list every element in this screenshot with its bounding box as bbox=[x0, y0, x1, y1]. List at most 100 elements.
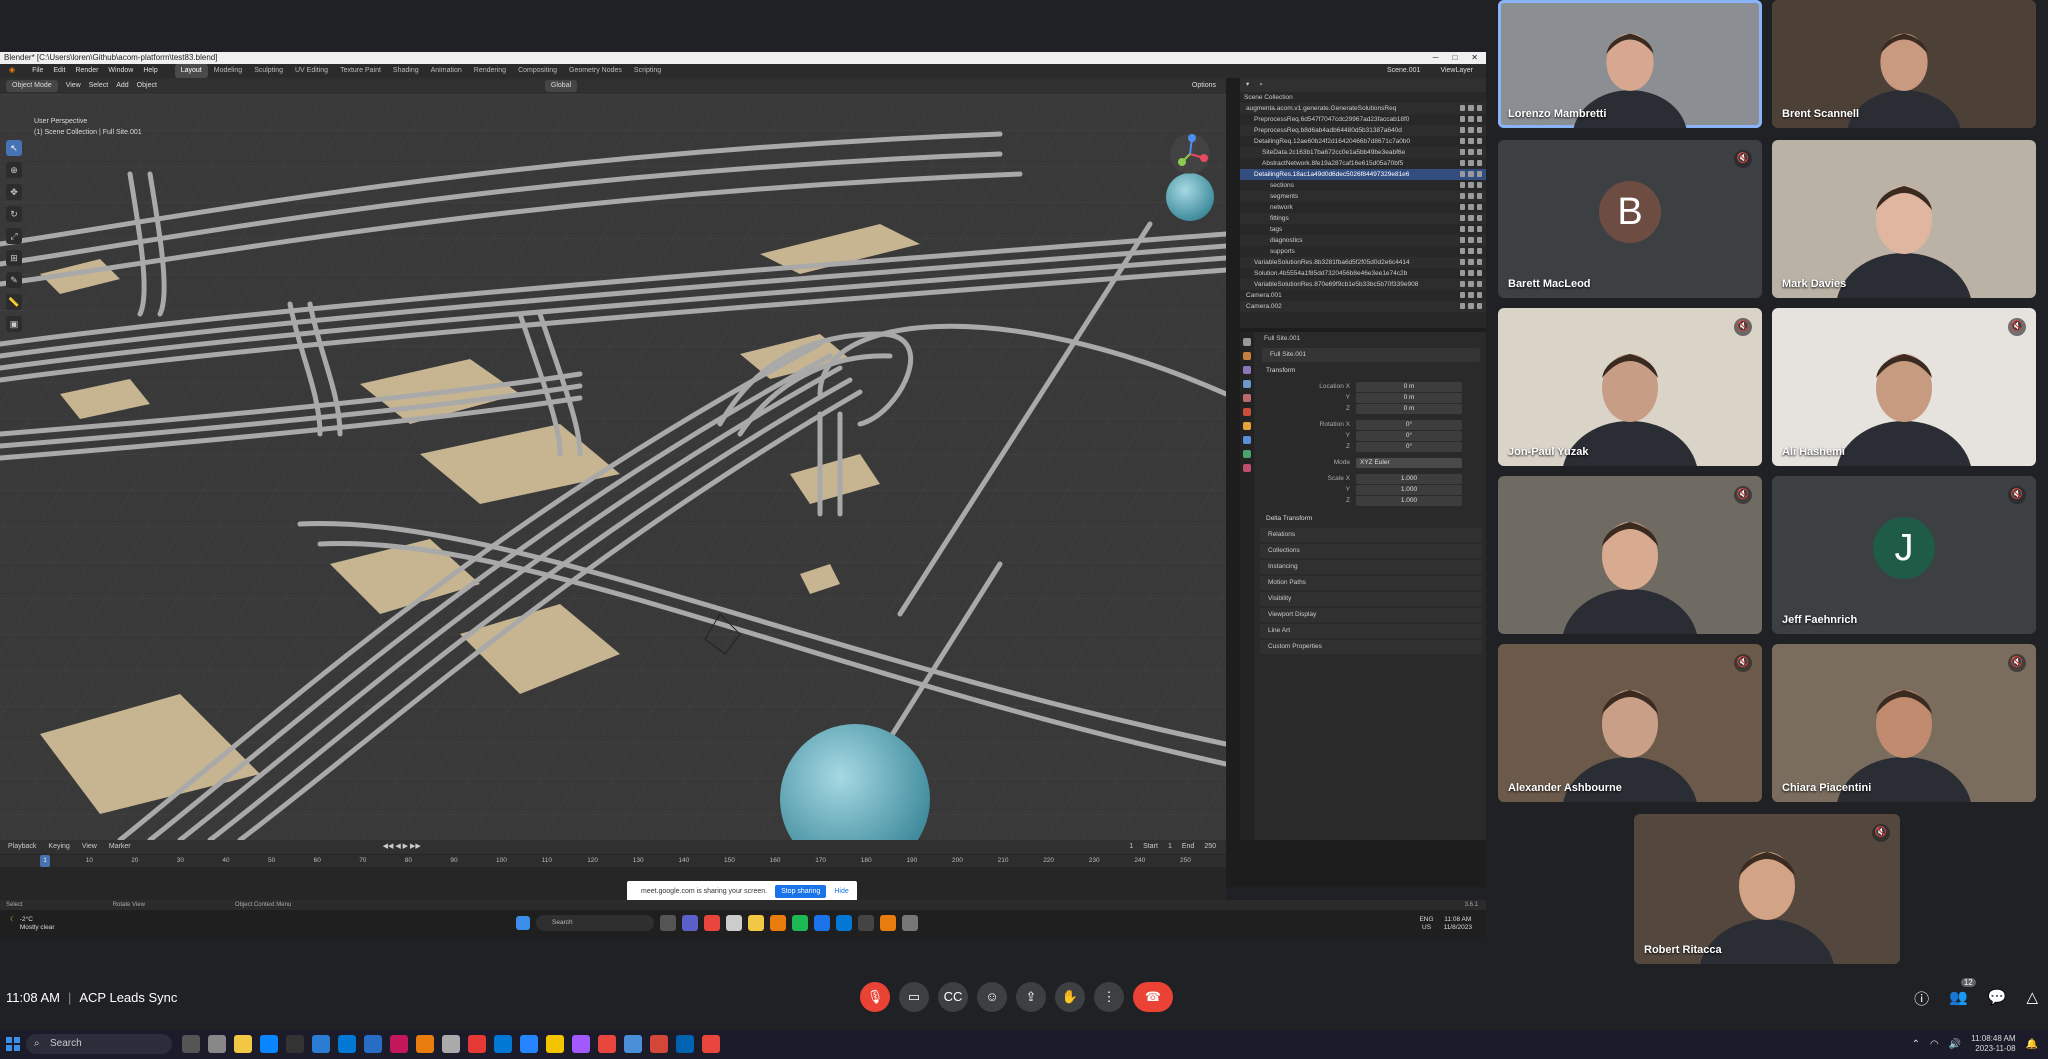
eye-icon[interactable] bbox=[1468, 237, 1474, 243]
panel-visibility[interactable]: Visibility bbox=[1260, 592, 1482, 606]
app-red-icon[interactable] bbox=[468, 1035, 486, 1053]
outliner-item[interactable]: augmenta.acom.v1.generate.GenerateSoluti… bbox=[1240, 103, 1486, 114]
visibility-toggles[interactable] bbox=[1460, 226, 1482, 233]
volume-icon[interactable]: 🔊 bbox=[1949, 1039, 1961, 1050]
timeline-view-menu[interactable]: View bbox=[82, 840, 97, 854]
checkbox-icon[interactable] bbox=[1460, 105, 1466, 111]
marker-menu[interactable]: Marker bbox=[109, 840, 131, 854]
participant-tile[interactable]: Mark Davies bbox=[1772, 140, 2036, 298]
checkbox-icon[interactable] bbox=[1460, 149, 1466, 155]
menu-file[interactable]: File bbox=[27, 64, 48, 78]
visibility-toggles[interactable] bbox=[1460, 127, 1482, 134]
scene-tab-icon[interactable] bbox=[1243, 394, 1251, 402]
outliner-item[interactable]: DetailingReq.12ae60b24f2d16420466b7d8671… bbox=[1240, 136, 1486, 147]
visibility-toggles[interactable] bbox=[1460, 292, 1482, 299]
visibility-toggles[interactable] bbox=[1460, 149, 1482, 156]
participant-tile[interactable]: 🔇 Alexander Ashbourne bbox=[1498, 644, 1762, 802]
checkbox-icon[interactable] bbox=[1460, 259, 1466, 265]
outliner-item[interactable]: Camera.001 bbox=[1240, 290, 1486, 301]
checkbox-icon[interactable] bbox=[1460, 193, 1466, 199]
select-menu[interactable]: Select bbox=[89, 78, 108, 94]
render-tab-icon[interactable] bbox=[1243, 352, 1251, 360]
outliner-item[interactable]: SiteData.2c163b17ba672cc0e1a5bb49be3eabf… bbox=[1240, 147, 1486, 158]
start-field[interactable]: 1 bbox=[1168, 840, 1172, 854]
transform-tool-icon[interactable]: ⊞ bbox=[6, 250, 22, 266]
checkbox-icon[interactable] bbox=[1460, 215, 1466, 221]
outliner-item[interactable]: network bbox=[1240, 202, 1486, 213]
outliner-item[interactable]: segments bbox=[1240, 191, 1486, 202]
app-icon-2[interactable] bbox=[676, 1035, 694, 1053]
r-icon[interactable] bbox=[364, 1035, 382, 1053]
workspace-tab-scripting[interactable]: Scripting bbox=[628, 64, 667, 78]
visibility-toggles[interactable] bbox=[1460, 105, 1482, 112]
checkbox-icon[interactable] bbox=[1460, 160, 1466, 166]
blender-logo-icon[interactable]: ◉ bbox=[4, 64, 20, 78]
raise-hand-icon[interactable]: ✋ bbox=[1055, 982, 1085, 1012]
checkbox-icon[interactable] bbox=[1460, 138, 1466, 144]
workspace-tab-compositing[interactable]: Compositing bbox=[512, 64, 563, 78]
panel-relations[interactable]: Relations bbox=[1260, 528, 1482, 542]
eye-icon[interactable] bbox=[1468, 204, 1474, 210]
browser-icon[interactable] bbox=[338, 1035, 356, 1053]
navigation-gizmo-icon[interactable] bbox=[1168, 132, 1212, 176]
visibility-toggles[interactable] bbox=[1460, 237, 1482, 244]
mail-icon[interactable] bbox=[442, 1035, 460, 1053]
clock[interactable]: 11:08 AM 11/8/2023 bbox=[1444, 916, 1472, 932]
outliner-item[interactable]: supports bbox=[1240, 246, 1486, 257]
present-icon[interactable]: ⇪ bbox=[1016, 982, 1046, 1012]
clock[interactable]: 11:08:48 AM 2023-11-08 bbox=[1971, 1034, 2015, 1054]
workspace-tab-rendering[interactable]: Rendering bbox=[468, 64, 512, 78]
terminal-icon[interactable] bbox=[858, 915, 874, 931]
modifier-tab-icon[interactable] bbox=[1243, 436, 1251, 444]
file-explorer-icon[interactable] bbox=[234, 1035, 252, 1053]
workspace-tab-geometry-nodes[interactable]: Geometry Nodes bbox=[563, 64, 628, 78]
frame-ruler[interactable]: 1102030405060708090100110120130140150160… bbox=[0, 855, 1226, 867]
view-layer-name[interactable]: ViewLayer bbox=[1435, 64, 1478, 78]
app-blue-icon[interactable] bbox=[624, 1035, 642, 1053]
blender-icon[interactable] bbox=[416, 1035, 434, 1053]
output-tab-icon[interactable] bbox=[1243, 366, 1251, 374]
outlook-icon[interactable] bbox=[494, 1035, 512, 1053]
visibility-toggles[interactable] bbox=[1460, 259, 1482, 266]
field-value[interactable]: 0° bbox=[1356, 442, 1462, 452]
checkbox-icon[interactable] bbox=[1460, 182, 1466, 188]
camera-icon[interactable] bbox=[1476, 303, 1482, 309]
visibility-toggles[interactable] bbox=[1460, 215, 1482, 222]
field-value[interactable]: 1.000 bbox=[1356, 474, 1462, 484]
options-menu[interactable]: Options bbox=[1192, 78, 1226, 94]
meeting-name[interactable]: ACP Leads Sync bbox=[79, 990, 177, 1005]
blender-active-icon[interactable] bbox=[880, 915, 896, 931]
meet-icon[interactable] bbox=[814, 915, 830, 931]
tool-tab-icon[interactable] bbox=[1243, 338, 1251, 346]
checkbox-icon[interactable] bbox=[1460, 281, 1466, 287]
play-controls[interactable]: ◀◀ ◀ ▶ ▶▶ bbox=[383, 840, 421, 854]
participant-tile[interactable]: 🔇 Ali Hashemi bbox=[1772, 308, 2036, 466]
camera-icon[interactable] bbox=[1476, 259, 1482, 265]
menu-help[interactable]: Help bbox=[138, 64, 162, 78]
spotify-icon[interactable] bbox=[792, 915, 808, 931]
app-icon[interactable] bbox=[902, 915, 918, 931]
rotate-tool-icon[interactable]: ↻ bbox=[6, 206, 22, 222]
stop-sharing-button[interactable]: Stop sharing bbox=[775, 884, 827, 898]
playhead[interactable]: 1 bbox=[40, 855, 50, 867]
outliner-search-icon[interactable]: ⌕ bbox=[1259, 78, 1263, 92]
workspace-tab-texture-paint[interactable]: Texture Paint bbox=[334, 64, 387, 78]
field-value[interactable]: 0° bbox=[1356, 420, 1462, 430]
cursor-tool-icon[interactable]: ⊕ bbox=[6, 162, 22, 178]
panel-viewport-display[interactable]: Viewport Display bbox=[1260, 608, 1482, 622]
app-icon[interactable] bbox=[390, 1035, 408, 1053]
scene-name[interactable]: Scene.001 bbox=[1382, 64, 1425, 78]
taskbar-search[interactable]: ⌕ Search bbox=[26, 1034, 172, 1054]
participant-tile[interactable]: B 🔇 Barett MacLeod bbox=[1498, 140, 1762, 298]
visibility-toggles[interactable] bbox=[1460, 138, 1482, 145]
move-tool-icon[interactable]: ✥ bbox=[6, 184, 22, 200]
terminal-icon[interactable] bbox=[286, 1035, 304, 1053]
outliner-item[interactable]: diagnostics bbox=[1240, 235, 1486, 246]
field-value[interactable]: 1.000 bbox=[1356, 485, 1462, 495]
close-icon[interactable]: ✕ bbox=[1471, 52, 1478, 64]
end-call-icon[interactable]: ☎ bbox=[1133, 982, 1173, 1012]
camera-icon[interactable] bbox=[1476, 105, 1482, 111]
workspace-tab-animation[interactable]: Animation bbox=[425, 64, 468, 78]
camera-icon[interactable] bbox=[1476, 248, 1482, 254]
word-icon[interactable] bbox=[312, 1035, 330, 1053]
